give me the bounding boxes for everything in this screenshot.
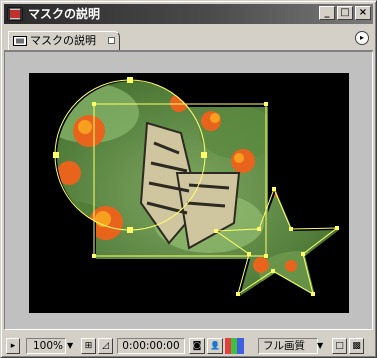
- safe-area-icon[interactable]: ⊞: [81, 338, 96, 354]
- composition-canvas[interactable]: [29, 73, 349, 313]
- tab-strip: マスクの説明 ▸: [4, 28, 373, 51]
- tab-composition[interactable]: マスクの説明: [8, 31, 120, 50]
- composition-icon: [7, 7, 23, 21]
- zoom-select[interactable]: 100%: [26, 338, 66, 354]
- timecode-display[interactable]: 0:00:00:00: [117, 338, 185, 354]
- window-title: マスクの説明: [28, 7, 101, 21]
- title-bar[interactable]: マスクの説明 _ □ ×: [4, 4, 373, 24]
- minimize-button[interactable]: _: [319, 6, 335, 20]
- zoom-dropdown-icon[interactable]: ▼: [67, 338, 77, 354]
- resolution-dropdown-icon[interactable]: ▼: [317, 338, 327, 354]
- close-button[interactable]: ×: [355, 6, 371, 20]
- panel-menu-icon[interactable]: ▸: [355, 31, 369, 45]
- footage-image: [57, 81, 339, 296]
- viewer-controls: ▸ 100% ▼ ⊞ ◿ 0:00:00:00 ◙ 👤 フル画質 ▼ □ ▩: [4, 337, 373, 355]
- tab-label: マスクの説明: [30, 34, 96, 47]
- tab-footage-icon: [13, 36, 27, 46]
- mask-toggle-icon[interactable]: ◿: [98, 338, 113, 354]
- composition-viewer[interactable]: [4, 51, 373, 330]
- resolution-select[interactable]: フル画質: [258, 338, 318, 354]
- channel-blue-icon[interactable]: [237, 338, 244, 354]
- maximize-button[interactable]: □: [337, 6, 353, 20]
- show-snapshot-icon[interactable]: 👤: [207, 338, 223, 354]
- snapshot-icon[interactable]: ◙: [189, 338, 205, 354]
- region-of-interest-icon[interactable]: □: [332, 338, 347, 354]
- composition-window: マスクの説明 _ □ × マスクの説明 ▸ ▸ 100% ▼ ⊞ ◿ 0:00:…: [0, 0, 377, 358]
- tab-close-icon[interactable]: [108, 37, 115, 44]
- transparency-grid-icon[interactable]: ▩: [349, 338, 364, 354]
- always-preview-button[interactable]: ▸: [6, 338, 20, 354]
